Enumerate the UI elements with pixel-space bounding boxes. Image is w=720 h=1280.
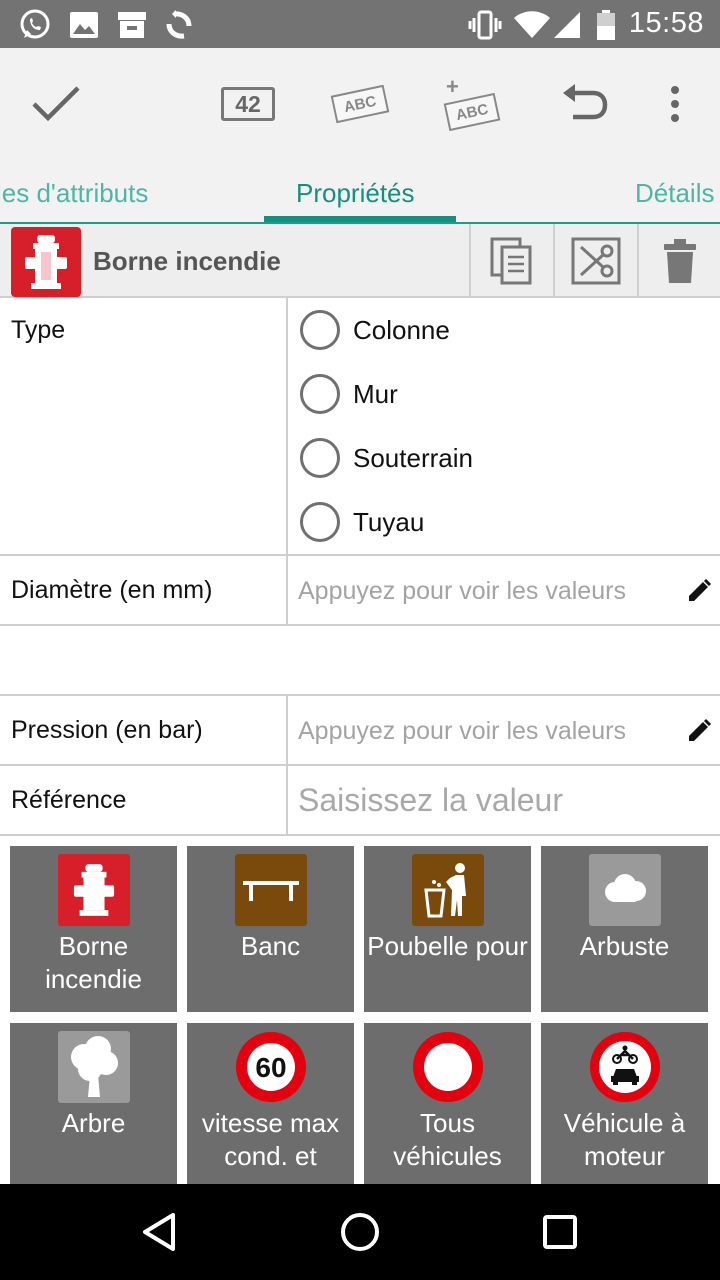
type-row: Type Colonne Mur Souterrain Tuyau xyxy=(0,298,720,556)
fire-hydrant-icon[interactable] xyxy=(11,227,81,297)
tab-bar: les d'attributs Propriétés Détails xyxy=(0,160,720,224)
radio-circle xyxy=(300,374,340,414)
preset-tile-poubelle[interactable]: Poubelle pour xyxy=(364,846,531,1012)
bench-icon xyxy=(235,854,307,926)
clock: 15:58 xyxy=(628,7,704,39)
preset-tile-banc[interactable]: Banc xyxy=(187,846,354,1012)
more-options-button[interactable] xyxy=(650,68,700,140)
preset-grid: Borne incendie Banc Poubelle pour Arbust… xyxy=(0,836,720,1184)
tab-indicator xyxy=(264,216,456,222)
navigation-bar xyxy=(0,1184,720,1280)
row-divider xyxy=(286,556,288,624)
wifi-icon xyxy=(514,11,550,38)
preset-tile-vehicule-moteur[interactable]: Véhicule à moteur xyxy=(541,1023,708,1184)
delete-button[interactable] xyxy=(637,224,720,298)
more-vert-icon xyxy=(671,86,679,122)
edit-icon[interactable] xyxy=(686,578,712,604)
tree-icon xyxy=(58,1031,130,1103)
tile-label: Véhicule à moteur xyxy=(563,1108,686,1171)
sync-icon xyxy=(166,10,192,39)
tab-attribute-tables[interactable]: les d'attributs xyxy=(0,178,148,209)
row-divider xyxy=(286,298,288,554)
radio-circle xyxy=(300,310,340,350)
image-icon xyxy=(70,12,98,38)
tile-label: Poubelle pour xyxy=(367,931,528,961)
copy-button[interactable] xyxy=(469,224,553,298)
row-divider xyxy=(286,766,288,834)
type-label: Type xyxy=(11,316,66,344)
no-motor-vehicles-icon xyxy=(589,1031,661,1103)
cut-button[interactable] xyxy=(553,224,637,298)
toolbar: 42 ABC + ABC xyxy=(0,48,720,160)
row-divider xyxy=(286,696,288,764)
cut-icon xyxy=(571,237,621,285)
add-address-button[interactable]: + ABC xyxy=(436,68,508,140)
pression-label: Pression (en bar) xyxy=(11,716,203,744)
tile-label: Banc xyxy=(240,931,301,961)
check-icon xyxy=(32,86,80,122)
radio-mur[interactable]: Mur xyxy=(300,374,398,414)
empty-row xyxy=(0,626,720,696)
preset-tile-tous-vehicules[interactable]: Tous véhicules xyxy=(364,1023,531,1184)
copy-icon xyxy=(490,237,532,285)
edit-icon[interactable] xyxy=(686,718,712,744)
confirm-button[interactable] xyxy=(24,68,88,140)
preset-name: Borne incendie xyxy=(93,246,281,276)
recents-icon[interactable] xyxy=(542,1214,578,1250)
battery-icon xyxy=(597,10,615,40)
tile-label: Arbre xyxy=(61,1108,126,1138)
abc-tag-icon: ABC xyxy=(330,84,390,124)
speed-limit-icon: 60 xyxy=(235,1031,307,1103)
tile-label: Borne incendie xyxy=(45,931,142,994)
radio-tuyau[interactable]: Tuyau xyxy=(300,502,424,542)
no-vehicles-icon xyxy=(412,1031,484,1103)
shrub-icon xyxy=(589,854,661,926)
back-icon[interactable] xyxy=(140,1212,180,1252)
tile-label: Tous véhicules xyxy=(393,1108,502,1171)
undo-button[interactable] xyxy=(554,68,614,140)
preset-tile-arbuste[interactable]: Arbuste xyxy=(541,846,708,1012)
reference-row: Référence Saisissez la valeur xyxy=(0,766,720,836)
preset-tile-vitesse-max[interactable]: 60 vitesse max cond. et xyxy=(187,1023,354,1184)
vibrate-icon xyxy=(468,10,502,40)
plus-icon: + xyxy=(446,74,459,99)
reference-input[interactable]: Saisissez la valeur xyxy=(298,782,563,819)
radio-circle xyxy=(300,438,340,478)
undo-icon xyxy=(563,84,608,120)
radio-circle xyxy=(300,502,340,542)
reference-label: Référence xyxy=(11,786,127,814)
radio-colonne[interactable]: Colonne xyxy=(300,310,450,350)
address-button[interactable]: ABC xyxy=(326,68,394,140)
whatsapp-icon xyxy=(20,9,50,39)
fire-hydrant-icon xyxy=(58,854,130,926)
status-bar: 15:58 xyxy=(0,0,720,48)
waste-basket-icon xyxy=(412,854,484,926)
count-badge: 42 xyxy=(221,87,275,121)
radio-souterrain[interactable]: Souterrain xyxy=(300,438,473,478)
store-icon xyxy=(118,12,146,38)
tile-label: Arbuste xyxy=(579,931,670,961)
speed-limit-value: 60 xyxy=(255,1052,286,1083)
diametre-label: Diamètre (en mm) xyxy=(11,576,213,604)
preset-tile-borne-incendie[interactable]: Borne incendie xyxy=(10,846,177,1012)
home-icon[interactable] xyxy=(340,1212,380,1252)
tag-count-button[interactable]: 42 xyxy=(214,68,282,140)
diametre-value-hint[interactable]: Appuyez pour voir les valeurs xyxy=(298,577,626,606)
tab-properties[interactable]: Propriétés xyxy=(296,178,415,209)
delete-icon xyxy=(664,239,696,283)
tile-label: vitesse max cond. et xyxy=(201,1108,340,1171)
diametre-row[interactable]: Diamètre (en mm) Appuyez pour voir les v… xyxy=(0,556,720,626)
tab-details[interactable]: Détails xyxy=(635,178,714,209)
preset-header: Borne incendie xyxy=(0,224,720,298)
pression-row[interactable]: Pression (en bar) Appuyez pour voir les … xyxy=(0,696,720,766)
signal-icon xyxy=(554,12,580,38)
pression-value-hint[interactable]: Appuyez pour voir les valeurs xyxy=(298,717,626,746)
preset-tile-arbre[interactable]: Arbre xyxy=(10,1023,177,1184)
